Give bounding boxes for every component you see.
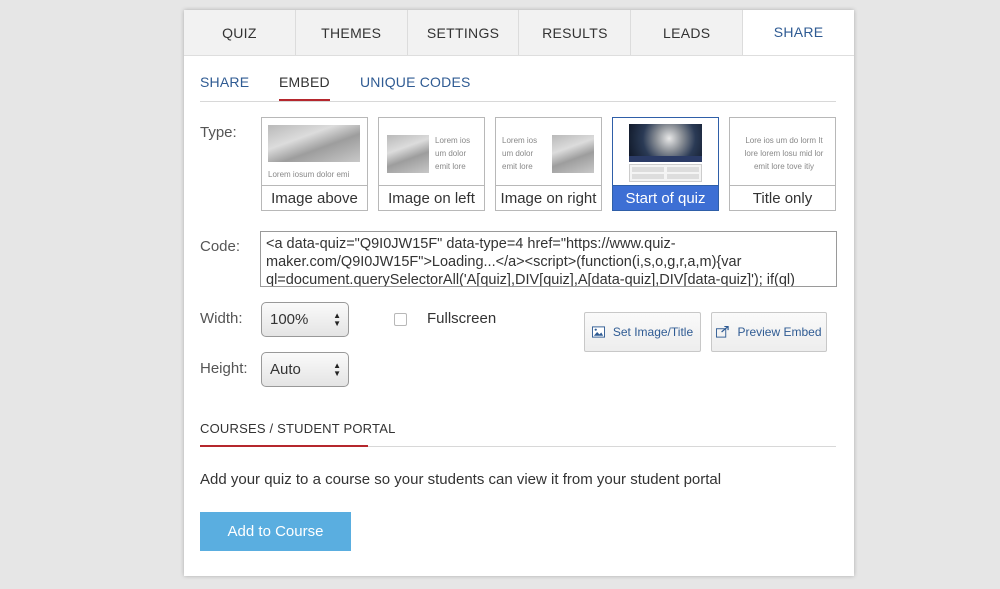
preview-lorem-text: Lorem ios um dolor emit lore	[502, 136, 538, 171]
type-option-start-of-quiz[interactable]: Start of quiz	[612, 117, 719, 211]
width-select[interactable]: 100% ▲ ▼	[261, 302, 349, 337]
type-option-image-above[interactable]: Lorem iosum dolor emi Image above	[261, 117, 368, 211]
start-of-quiz-preview	[613, 118, 718, 186]
share-subtabs: SHARE EMBED UNIQUE CODES	[200, 72, 836, 102]
preview-embed-button[interactable]: Preview Embed	[711, 312, 827, 352]
width-select-value: 100%	[270, 311, 309, 328]
type-option-caption: Image on left	[379, 185, 484, 210]
quiz-share-panel: QUIZ THEMES SETTINGS RESULTS LEADS SHARE…	[184, 10, 854, 576]
height-select[interactable]: Auto ▲ ▼	[261, 352, 349, 387]
tab-share[interactable]: SHARE	[743, 10, 854, 55]
courses-section-title: COURSES / STUDENT PORTAL	[200, 421, 396, 436]
type-option-caption: Image above	[262, 185, 367, 210]
placeholder-image-icon	[387, 135, 429, 173]
image-on-right-preview: Lorem ios um dolor emit lore	[496, 118, 601, 186]
type-label: Type:	[200, 124, 237, 141]
placeholder-image-icon	[552, 135, 594, 173]
preview-lorem-text: Lore ios um do lorm It lore lorem losu m…	[744, 136, 824, 171]
section-title-underline	[200, 445, 368, 447]
type-option-caption: Title only	[730, 185, 835, 210]
preview-embed-label: Preview Embed	[737, 325, 822, 339]
type-option-image-on-left[interactable]: Lorem ios um dolor emit lore Image on le…	[378, 117, 485, 211]
tab-quiz[interactable]: QUIZ	[184, 10, 296, 55]
tab-leads[interactable]: LEADS	[631, 10, 744, 55]
tab-results[interactable]: RESULTS	[519, 10, 632, 55]
subtab-embed[interactable]: EMBED	[279, 74, 330, 101]
active-subtab-underline	[279, 99, 330, 101]
subtab-unique-codes-label: UNIQUE CODES	[360, 74, 471, 90]
preview-lorem-text: Lorem ios um dolor emit lore	[435, 136, 471, 171]
fullscreen-label: Fullscreen	[427, 310, 497, 327]
quiz-title-bar-icon	[629, 156, 702, 162]
quiz-cover-image-icon	[629, 124, 702, 156]
external-link-icon	[716, 326, 730, 338]
subtab-unique-codes[interactable]: UNIQUE CODES	[360, 74, 471, 90]
image-icon	[591, 326, 605, 338]
add-to-course-label: Add to Course	[227, 523, 324, 540]
tab-themes[interactable]: THEMES	[296, 10, 408, 55]
type-option-title-only[interactable]: Lore ios um do lorm It lore lorem losu m…	[729, 117, 836, 211]
select-arrows-icon: ▲ ▼	[333, 361, 341, 378]
subtab-embed-label: EMBED	[279, 74, 330, 90]
image-on-left-preview: Lorem ios um dolor emit lore	[379, 118, 484, 186]
subtab-share-label: SHARE	[200, 74, 250, 90]
image-above-preview: Lorem iosum dolor emi	[262, 118, 367, 186]
type-option-image-on-right[interactable]: Lorem ios um dolor emit lore Image on ri…	[495, 117, 602, 211]
tab-settings[interactable]: SETTINGS	[408, 10, 520, 55]
height-label: Height:	[200, 360, 248, 377]
type-option-caption: Start of quiz	[613, 185, 718, 210]
set-image-title-button[interactable]: Set Image/Title	[584, 312, 701, 352]
main-tabs: QUIZ THEMES SETTINGS RESULTS LEADS SHARE	[184, 10, 854, 56]
courses-description: Add your quiz to a course so your studen…	[200, 471, 722, 488]
preview-lorem-text: Lorem iosum dolor emi	[268, 170, 350, 179]
select-arrows-icon: ▲ ▼	[333, 311, 341, 328]
code-label: Code:	[200, 238, 241, 255]
placeholder-image-icon	[268, 125, 360, 162]
set-image-title-label: Set Image/Title	[612, 325, 694, 339]
quiz-options-icon	[629, 164, 702, 182]
add-to-course-button[interactable]: Add to Course	[200, 512, 351, 551]
type-option-caption: Image on right	[496, 185, 601, 210]
width-label: Width:	[200, 310, 243, 327]
title-only-preview: Lore ios um do lorm It lore lorem losu m…	[730, 118, 835, 186]
fullscreen-checkbox[interactable]	[394, 313, 407, 326]
embed-code-textarea[interactable]: <a data-quiz="Q9I0JW15F" data-type=4 hre…	[260, 231, 837, 287]
height-select-value: Auto	[270, 361, 301, 378]
subtab-share[interactable]: SHARE	[200, 74, 249, 90]
